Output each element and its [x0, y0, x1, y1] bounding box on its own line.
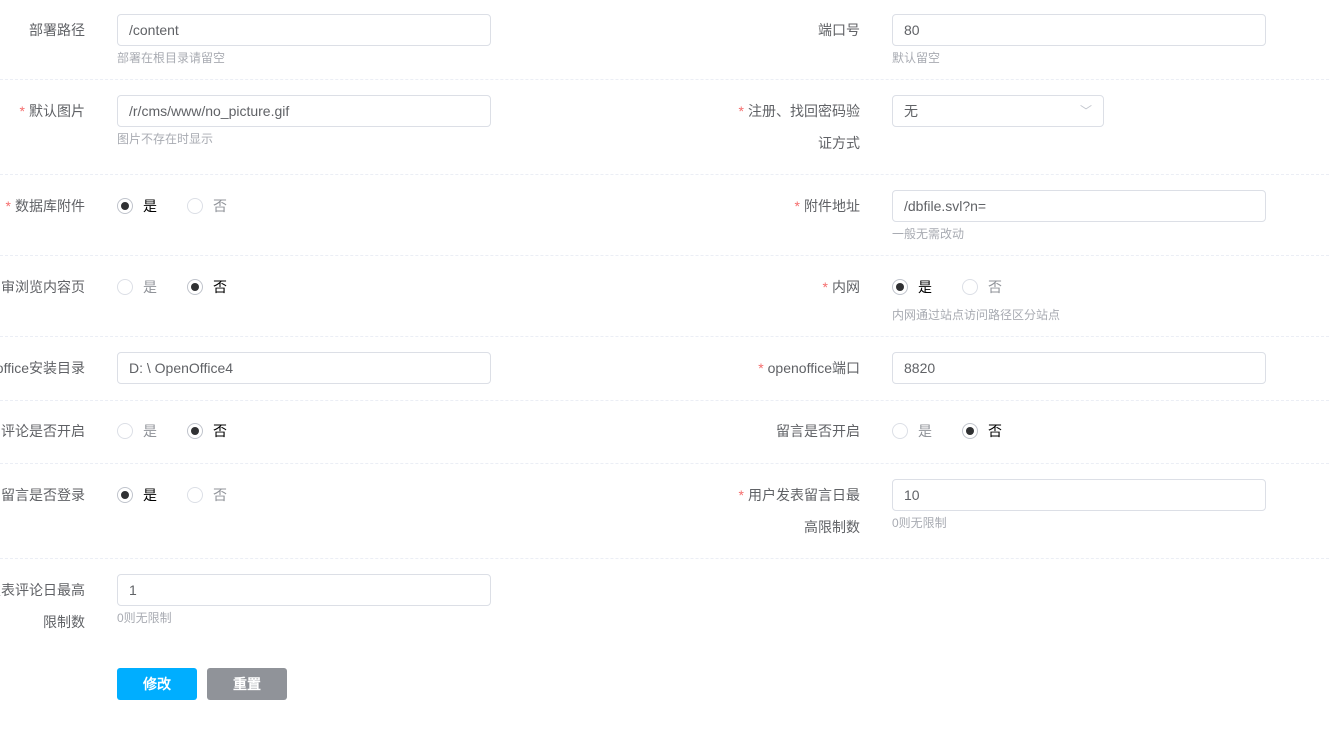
form-row: * 默认图片 /r/cms/www/no_picture.gif 图片不存在时显示…	[0, 80, 1329, 175]
deploy-path-input[interactable]: /content	[117, 14, 491, 46]
submit-button[interactable]: 修改	[117, 668, 197, 700]
comment-daily-limit-label: 发表评论日最高 限制数	[0, 582, 85, 630]
attachment-url-input[interactable]: /dbfile.svl?n=	[892, 190, 1266, 222]
reset-button[interactable]: 重置	[207, 668, 287, 700]
intranet-hint: 内网通过站点访问路径区分站点	[892, 308, 1061, 322]
comment-daily-limit-hint: 0则无限制	[117, 611, 172, 625]
db-attachment-no-radio[interactable]: 否	[187, 196, 227, 216]
guestbook-daily-limit-input[interactable]: 10	[892, 479, 1266, 511]
attachment-url-hint: 一般无需改动	[892, 227, 965, 241]
guestbook-login-radio-group: 是 否	[117, 479, 257, 511]
port-input[interactable]: 80	[892, 14, 1266, 46]
deploy-path-label: 部署路径	[29, 22, 85, 38]
guestbook-open-no-radio[interactable]: 否	[962, 421, 1002, 441]
intranet-yes-radio[interactable]: 是	[892, 277, 932, 297]
guestbook-daily-limit-hint: 0则无限制	[892, 516, 947, 530]
comment-open-no-radio[interactable]: 否	[187, 421, 227, 441]
review-browse-no-radio[interactable]: 否	[187, 277, 227, 297]
review-browse-label: 审浏览内容页	[1, 279, 85, 295]
verify-method-label: * 注册、找回密码验证方式	[738, 103, 860, 151]
openoffice-dir-label: office安装目录	[0, 360, 85, 376]
db-attachment-label: * 数据库附件	[5, 198, 85, 214]
intranet-radio-group: 是 否	[892, 271, 1032, 303]
db-attachment-yes-radio[interactable]: 是	[117, 196, 157, 216]
form-row: 部署路径 /content 部署在根目录请留空 端口号 80 默认留空	[0, 0, 1329, 80]
guestbook-login-no-radio[interactable]: 否	[187, 485, 227, 505]
port-hint: 默认留空	[892, 51, 941, 65]
openoffice-port-input[interactable]: 8820	[892, 352, 1266, 384]
guestbook-login-label: 留言是否登录	[1, 487, 85, 503]
form-row: 评论是否开启 是 否 留言是否开启 是 否	[0, 401, 1329, 464]
guestbook-open-label: 留言是否开启	[776, 423, 860, 439]
guestbook-open-yes-radio[interactable]: 是	[892, 421, 932, 441]
deploy-path-hint: 部署在根目录请留空	[117, 51, 226, 65]
default-image-hint: 图片不存在时显示	[117, 132, 214, 146]
form-row: 发表评论日最高 限制数 1 0则无限制	[0, 559, 1329, 649]
form-row: 留言是否登录 是 否 * 用户发表留言日最高限制数 10 0则无限制	[0, 464, 1329, 559]
form-row: office安装目录 D: \ OpenOffice4 * openoffice端…	[0, 337, 1329, 401]
review-browse-radio-group: 是 否	[117, 271, 257, 303]
guestbook-open-radio-group: 是 否	[892, 415, 1032, 447]
openoffice-port-label: * openoffice端口	[758, 360, 860, 376]
form-row: * 数据库附件 是 否 * 附件地址 /dbfile.svl?n= 一般无需改动	[0, 175, 1329, 256]
db-attachment-radio-group: 是 否	[117, 190, 257, 222]
comment-open-radio-group: 是 否	[117, 415, 257, 447]
review-browse-yes-radio[interactable]: 是	[117, 277, 157, 297]
comment-daily-limit-input[interactable]: 1	[117, 574, 491, 606]
intranet-label: * 内网	[822, 279, 860, 295]
comment-open-yes-radio[interactable]: 是	[117, 421, 157, 441]
default-image-label: * 默认图片	[19, 103, 85, 119]
intranet-no-radio[interactable]: 否	[962, 277, 1002, 297]
guestbook-login-yes-radio[interactable]: 是	[117, 485, 157, 505]
comment-open-label: 评论是否开启	[1, 423, 85, 439]
port-label: 端口号	[818, 22, 860, 38]
verify-method-select[interactable]: 无 ﹀	[892, 95, 1104, 127]
default-image-input[interactable]: /r/cms/www/no_picture.gif	[117, 95, 491, 127]
guestbook-daily-limit-label: * 用户发表留言日最高限制数	[738, 487, 860, 535]
openoffice-dir-input[interactable]: D: \ OpenOffice4	[117, 352, 491, 384]
form-row: 审浏览内容页 是 否 * 内网 是 否 内网通过站点访问路径区分站点	[0, 256, 1329, 337]
attachment-url-label: * 附件地址	[794, 198, 860, 214]
chevron-down-icon: ﹀	[1079, 104, 1092, 118]
